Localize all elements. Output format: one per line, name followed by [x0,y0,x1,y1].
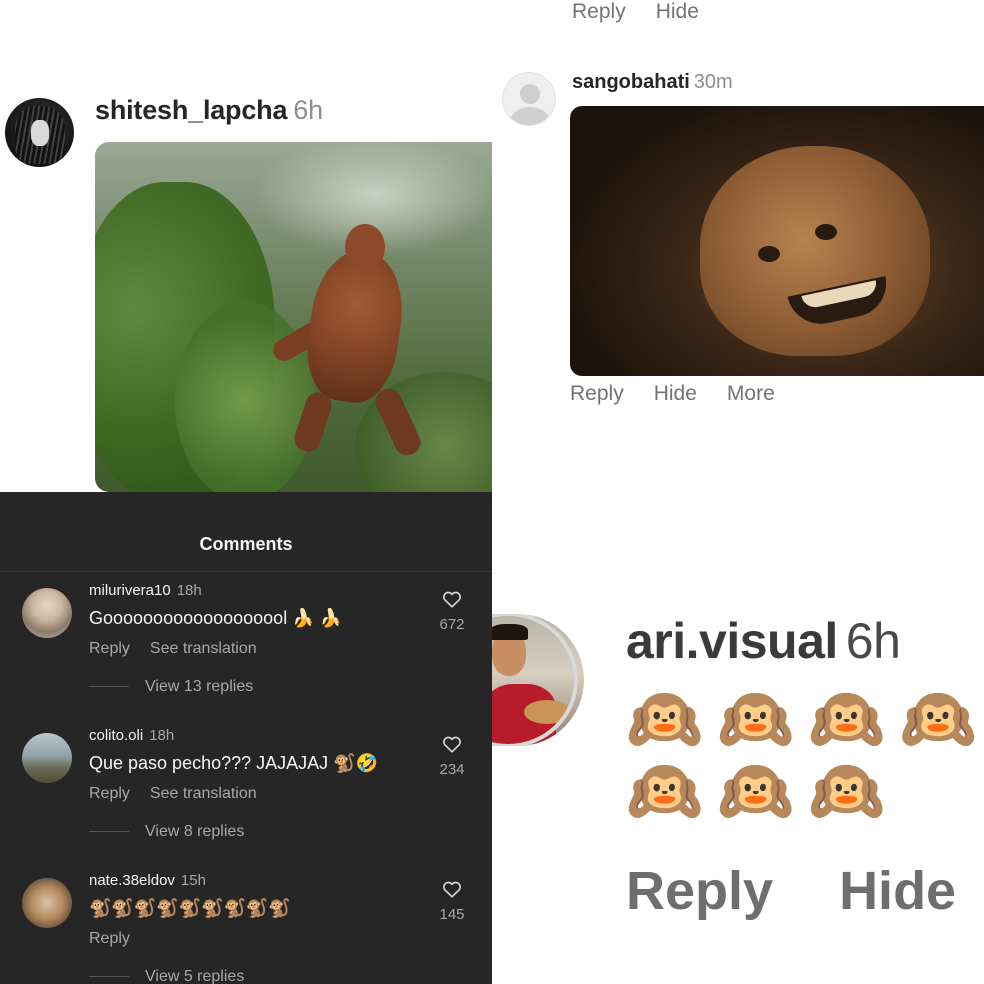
orangutan-body [299,246,411,408]
reply-button[interactable]: Reply [89,930,130,947]
avatar[interactable] [22,878,72,928]
comment-text: 🙉🙉🙉🙉🙉🙉🙉 [626,685,984,826]
comment-actions: Reply [89,930,150,948]
comment-actions: Reply Hide [626,860,984,922]
timestamp: 18h [176,582,202,599]
comment-header: colito.oli 18h [89,727,174,744]
username[interactable]: shitesh_lapcha [95,95,287,125]
reply-button[interactable]: Reply [89,640,130,657]
comment-item: nate.38eldov 15h 🐒🐒🐒🐒🐒🐒🐒🐒🐒 Reply View 5 r… [0,872,492,984]
view-replies-button[interactable]: View 8 replies [89,823,244,841]
timestamp: 30m [693,71,733,93]
avatar[interactable] [22,588,72,638]
reply-button[interactable]: Reply [626,861,773,921]
username[interactable]: colito.oli [89,727,143,744]
comment-text: Gooooooooooooooooool 🍌 🍌 [89,608,343,628]
username-line: shitesh_lapcha 6h [95,95,323,126]
post-sangobahati-panel: Reply Hide sangobahati 30m Reply Hide More [492,0,984,492]
timestamp: 6h [293,95,323,125]
username[interactable]: sangobahati [572,71,690,93]
comment-item: colito.oli 18h Que paso pecho??? JAJAJAJ … [0,727,492,878]
like-count: 145 [439,906,465,923]
hide-button[interactable]: Hide [839,861,956,921]
avatar[interactable] [492,614,584,746]
view-replies-label: View 5 replies [145,968,245,984]
comment-actions: Reply See translation [89,640,277,658]
comments-header: Comments [0,492,492,572]
previous-comment-actions: Reply Hide [572,0,729,24]
comment-header: milurivera10 18h [89,582,202,599]
default-avatar[interactable] [502,72,556,126]
view-replies-button[interactable]: View 13 replies [89,678,253,696]
avatar[interactable] [5,98,74,167]
hide-button[interactable]: Hide [656,0,699,23]
like-control: 672 [432,588,472,633]
avatar-face [31,120,49,146]
reply-button[interactable]: Reply [570,382,624,405]
avatar[interactable] [22,733,72,783]
comment-text: Que paso pecho??? JAJAJAJ 🐒🤣 [89,753,378,773]
heart-icon[interactable] [441,588,463,610]
comments-sheet: Comments milurivera10 18h Goooooooooooooo… [0,492,492,984]
comment-item: milurivera10 18h Gooooooooooooooooool 🍌 🍌… [0,582,492,733]
username[interactable]: nate.38eldov [89,872,175,889]
heart-icon[interactable] [441,733,463,755]
avatar-ring [492,614,578,746]
reply-button[interactable]: Reply [572,0,626,23]
monkey-eye [758,246,780,262]
post-ari-visual-panel: ari.visual 6h 🙉🙉🙉🙉🙉🙉🙉 Reply Hide [492,492,984,984]
like-control: 234 [432,733,472,778]
monkey-eye [815,224,837,240]
orangutan-head [345,224,385,270]
view-replies-button[interactable]: View 5 replies [89,968,244,984]
like-control: 145 [432,878,472,923]
comments-title: Comments [199,534,293,554]
gif-grinning-monkey[interactable] [570,106,984,376]
username-line: ari.visual 6h [626,612,901,670]
heart-icon[interactable] [441,878,463,900]
see-translation-button[interactable]: See translation [150,785,257,802]
divider [89,831,129,833]
user-silhouette-icon [510,107,550,125]
more-button[interactable]: More [727,382,775,405]
timestamp: 15h [180,872,206,889]
username[interactable]: milurivera10 [89,582,171,599]
comment-header: nate.38eldov 15h [89,872,206,889]
view-replies-label: View 13 replies [145,678,254,695]
timestamp: 18h [149,727,175,744]
reply-button[interactable]: Reply [89,785,130,802]
divider [89,976,129,978]
username-line: sangobahati 30m [572,71,733,94]
comment-text: 🐒🐒🐒🐒🐒🐒🐒🐒🐒 [89,898,291,918]
username[interactable]: ari.visual [626,613,838,669]
view-replies-label: View 8 replies [145,823,245,840]
user-silhouette-icon [520,84,540,104]
see-translation-button[interactable]: See translation [150,640,257,657]
comment-actions: Reply Hide More [570,382,805,406]
monkey-face [700,146,930,356]
post-shitesh-panel: shitesh_lapcha 6h [0,0,492,492]
like-count: 672 [439,616,465,633]
gif-dancing-orangutan[interactable] [95,142,492,492]
like-count: 234 [439,761,465,778]
timestamp: 6h [845,613,901,669]
hide-button[interactable]: Hide [654,382,697,405]
comment-actions: Reply See translation [89,785,277,803]
divider [89,686,129,688]
